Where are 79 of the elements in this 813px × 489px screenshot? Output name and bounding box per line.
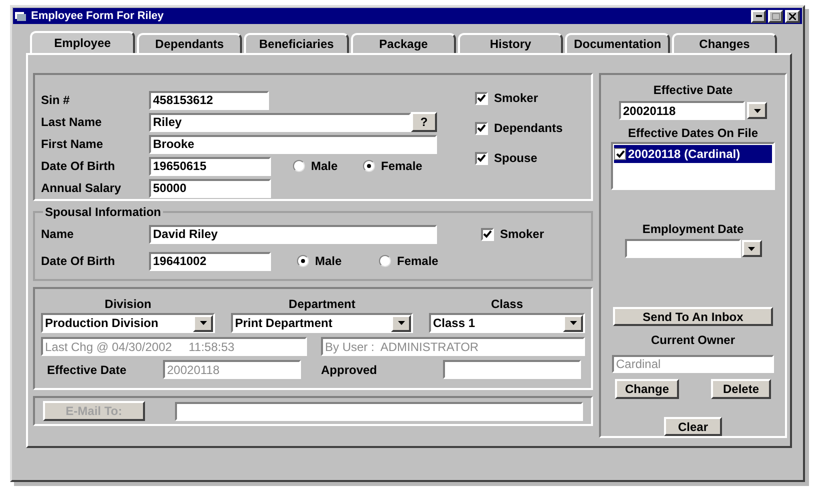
radio-button[interactable] [293, 160, 305, 172]
input-field[interactable]: Brooke [149, 134, 437, 154]
tab[interactable]: Dependants [137, 33, 242, 53]
field-label: Effective Date [46, 362, 128, 378]
input-field[interactable]: David Riley [149, 224, 437, 244]
field-label: Effective Dates On File [628, 125, 758, 142]
field-label: Department [288, 296, 356, 313]
clear-button[interactable]: Clear [664, 417, 722, 436]
app-icon [15, 11, 27, 21]
dropdown-button[interactable] [193, 314, 213, 332]
field-label: Annual Salary [41, 180, 122, 197]
checkbox-label: Dependants [494, 120, 563, 137]
radio-button[interactable] [297, 255, 309, 267]
field-label: Division [104, 296, 152, 313]
tab[interactable]: Beneficiaries [244, 33, 349, 53]
field-label: First Name [41, 136, 104, 153]
tab[interactable]: History [458, 33, 563, 53]
window-title: Employee Form For Riley [31, 8, 164, 24]
dropdown-button[interactable] [742, 240, 762, 258]
field-label: Class [490, 296, 524, 313]
field-label: Name [41, 226, 75, 243]
radio-button[interactable] [363, 160, 375, 172]
input-field[interactable]: 19650615 [149, 156, 271, 176]
input-field[interactable] [174, 402, 583, 420]
checkbox[interactable] [614, 148, 626, 160]
caret-down-icon [398, 321, 404, 325]
radio-label: Male [315, 253, 342, 270]
group-title: Spousal Information [44, 204, 162, 221]
minimize-icon [756, 15, 762, 17]
field-label: Current Owner [650, 332, 735, 350]
action-button[interactable]: Change [615, 379, 679, 400]
radio-label: Male [311, 158, 338, 175]
lookup-button[interactable]: ? [411, 112, 437, 132]
field-label: Last Name [41, 114, 103, 131]
radio-label: Female [397, 253, 438, 270]
caret-down-icon [748, 246, 755, 251]
field-label: Date Of Birth [41, 158, 116, 175]
action-button[interactable]: Delete [711, 379, 771, 400]
field-label: Sin # [41, 92, 71, 109]
tab[interactable]: Package [351, 33, 456, 53]
dropdown-field[interactable]: Production Division [41, 313, 215, 333]
dropdown-field[interactable]: Class 1 [429, 313, 585, 333]
checkbox-label: Smoker [500, 226, 544, 243]
radio-button[interactable] [379, 255, 391, 267]
input-field[interactable] [443, 360, 581, 379]
tab[interactable]: Employee [30, 31, 135, 53]
checkbox[interactable] [481, 228, 494, 240]
checkbox-label: Spouse [494, 150, 538, 167]
input-field[interactable]: 458153612 [149, 90, 269, 110]
dropdown-button[interactable] [747, 102, 767, 119]
dropdown-button[interactable] [563, 314, 583, 332]
maximize-icon [772, 12, 780, 20]
dropdown-button[interactable] [391, 314, 411, 332]
close-button[interactable] [785, 10, 800, 22]
radio-label: Female [381, 158, 422, 175]
field-label: Approved [321, 362, 378, 378]
caret-down-icon [570, 321, 576, 325]
field-label: Employment Date [642, 221, 744, 238]
checkbox-label: Smoker [494, 90, 538, 107]
input-field[interactable]: 50000 [149, 178, 271, 198]
field-label: Effective Date [653, 82, 733, 99]
caret-down-icon [754, 108, 760, 112]
list-item[interactable]: 20020118 (Cardinal) [614, 145, 772, 163]
checkbox[interactable] [475, 122, 488, 134]
close-icon [789, 12, 796, 20]
tab[interactable]: Documentation [565, 33, 670, 53]
maximize-button[interactable] [768, 10, 783, 22]
tab[interactable]: Changes [672, 33, 777, 53]
send-button[interactable]: Send To An Inbox [613, 307, 773, 326]
checkbox[interactable] [475, 152, 488, 164]
date-field[interactable]: 20020118 [619, 101, 745, 120]
dropdown-field[interactable]: Print Department [231, 313, 413, 333]
minimize-button[interactable] [751, 10, 766, 22]
checkbox[interactable] [475, 92, 488, 104]
input-field[interactable]: 19641002 [149, 252, 271, 270]
input-field[interactable]: Riley [149, 112, 411, 132]
caret-down-icon [200, 321, 206, 325]
field-label: Date Of Birth [41, 253, 116, 270]
date-field[interactable] [624, 239, 740, 258]
